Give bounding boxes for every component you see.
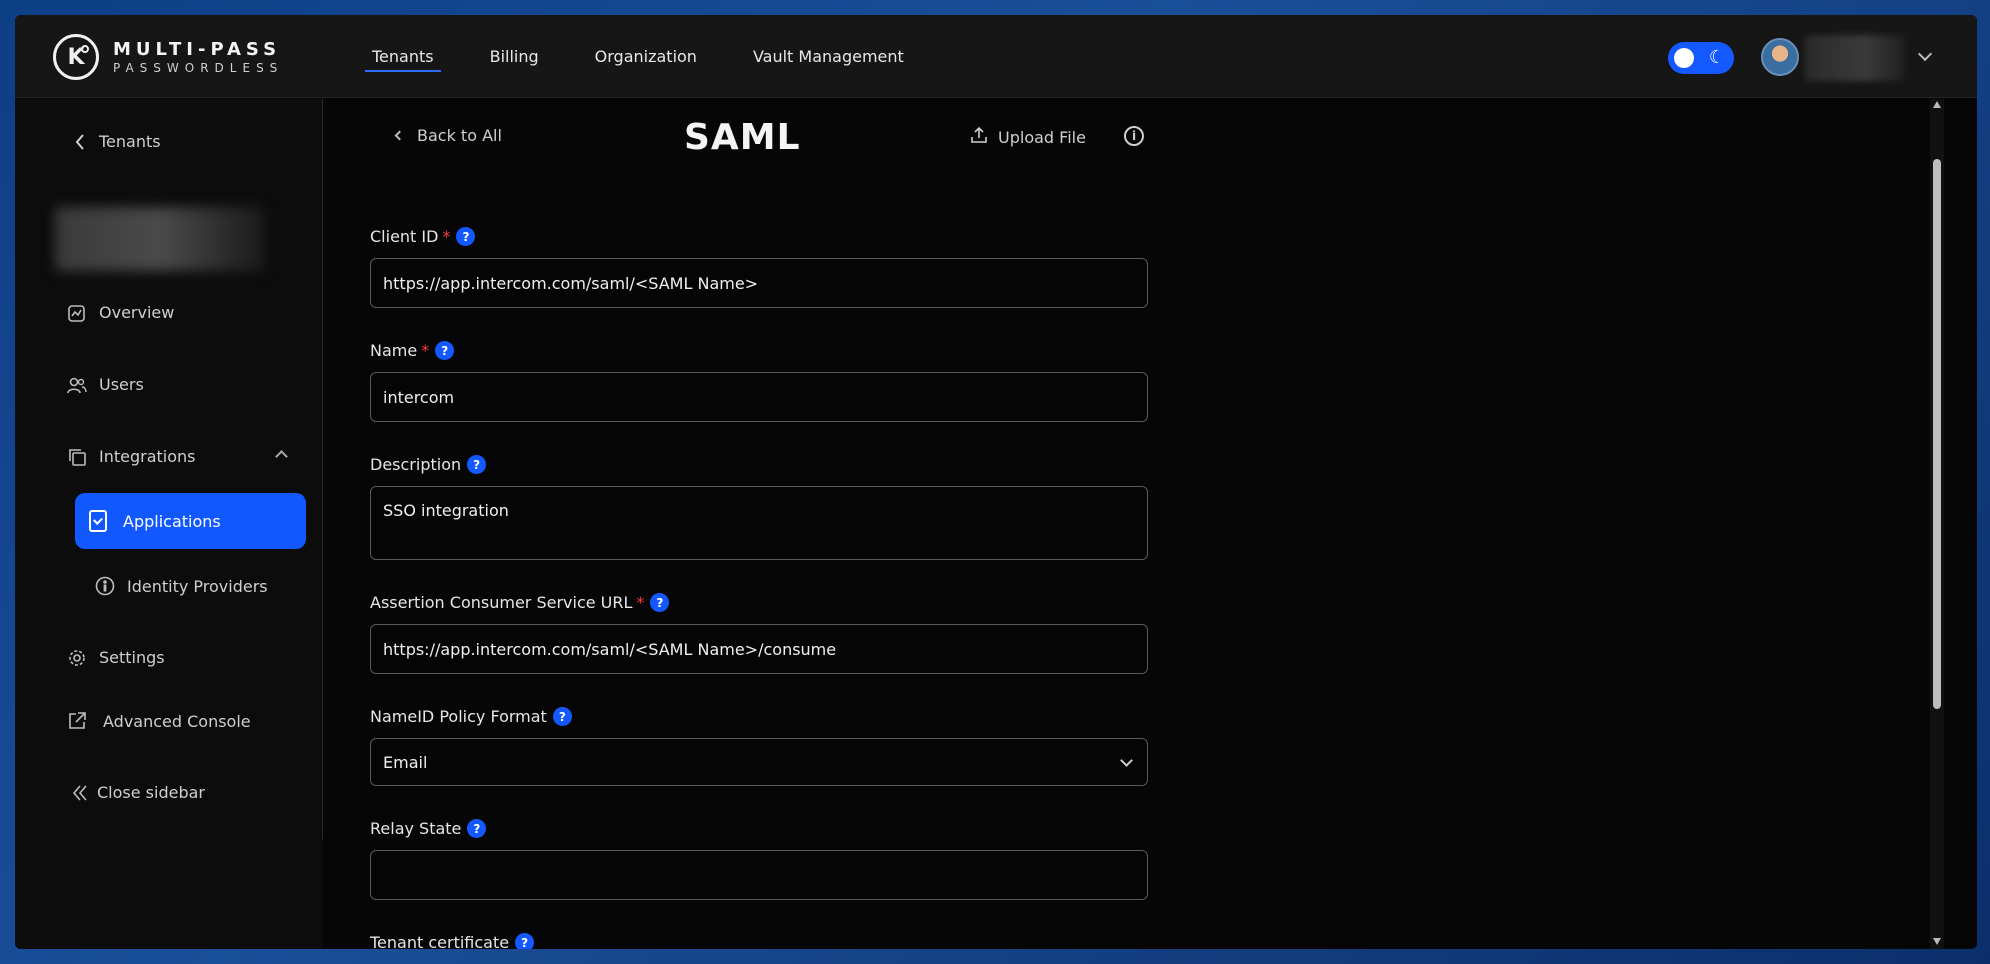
- scroll-down-arrow[interactable]: [1933, 938, 1941, 945]
- chevron-down-icon: [1120, 754, 1133, 767]
- integrations-icon: [65, 448, 89, 466]
- chevron-left-icon: [73, 133, 87, 150]
- external-link-icon: [65, 711, 89, 731]
- nameid-format-select[interactable]: Email: [370, 738, 1148, 786]
- nameid-format-label: NameID Policy Format?: [370, 707, 572, 726]
- brand-logo[interactable]: K MULTI-PASS PASSWORDLESS: [53, 33, 283, 81]
- name-input[interactable]: intercom: [370, 372, 1148, 422]
- sidebar-item-settings[interactable]: Settings: [65, 648, 165, 667]
- chevron-left-icon: [394, 130, 405, 141]
- sidebar-close[interactable]: Close sidebar: [71, 783, 205, 802]
- back-to-all-link[interactable]: Back to All: [394, 126, 502, 145]
- brand-line1: MULTI-PASS: [113, 38, 282, 60]
- sidebar-divider: [322, 99, 323, 839]
- brand-line2: PASSWORDLESS: [113, 60, 284, 75]
- client-id-label: Client ID *?: [370, 227, 476, 246]
- sidebar-item-users[interactable]: Users: [65, 375, 144, 394]
- info-icon[interactable]: i: [1124, 126, 1144, 146]
- nav-vault-management[interactable]: Vault Management: [744, 15, 913, 98]
- nav-tenants[interactable]: Tenants: [363, 15, 443, 98]
- help-icon[interactable]: ?: [435, 341, 455, 360]
- nav-billing[interactable]: Billing: [481, 15, 548, 98]
- tenant-name-redacted: [55, 207, 265, 271]
- users-icon: [65, 376, 89, 394]
- top-nav: Tenants Billing Organization Vault Manag…: [363, 15, 951, 98]
- acs-url-label: Assertion Consumer Service URL *?: [370, 593, 670, 612]
- relay-state-label: Relay State?: [370, 819, 487, 838]
- sidebar-item-applications[interactable]: Applications: [75, 493, 306, 549]
- application-icon: [89, 510, 107, 532]
- name-label: Name *?: [370, 341, 455, 360]
- chevron-down-icon[interactable]: [1917, 46, 1933, 62]
- page-title: SAML: [684, 117, 801, 158]
- username-redacted: [1805, 35, 1905, 81]
- help-icon[interactable]: ?: [552, 707, 572, 726]
- tenant-certificate-label: Tenant certificate?: [370, 933, 535, 949]
- relay-state-input[interactable]: [370, 850, 1148, 900]
- brand-wordmark: MULTI-PASS PASSWORDLESS: [113, 38, 284, 75]
- sidebar-back-tenants[interactable]: Tenants: [73, 132, 161, 151]
- help-icon[interactable]: ?: [467, 455, 487, 474]
- identity-provider-icon: [93, 576, 117, 596]
- sidebar-item-integrations[interactable]: Integrations: [65, 447, 196, 466]
- help-icon[interactable]: ?: [650, 593, 670, 612]
- sidebar: Tenants Overview Users Integrations Appl…: [15, 99, 323, 949]
- acs-url-input[interactable]: https://app.intercom.com/saml/<SAML Name…: [370, 624, 1148, 674]
- vertical-scrollbar[interactable]: [1930, 99, 1944, 949]
- main-content: Back to All SAML Upload File i Client ID…: [324, 99, 1944, 949]
- theme-toggle[interactable]: ☾: [1668, 42, 1734, 74]
- description-label: Description?: [370, 455, 487, 474]
- sidebar-item-overview[interactable]: Overview: [65, 303, 174, 322]
- help-icon[interactable]: ?: [515, 933, 535, 949]
- moon-icon: ☾: [1708, 47, 1725, 68]
- description-textarea[interactable]: SSO integration: [370, 486, 1148, 560]
- avatar[interactable]: [1761, 38, 1799, 76]
- help-icon[interactable]: ?: [467, 819, 487, 838]
- top-bar: K MULTI-PASS PASSWORDLESS Tenants Billin…: [15, 15, 1977, 98]
- logo-mark-icon: K: [53, 34, 99, 80]
- sidebar-item-identity-providers[interactable]: Identity Providers: [93, 576, 268, 596]
- gear-icon: [65, 649, 89, 667]
- chart-icon: [65, 304, 89, 322]
- upload-file-button[interactable]: Upload File: [970, 126, 1086, 148]
- sidebar-item-advanced-console[interactable]: Advanced Console: [65, 711, 251, 731]
- app-window: K MULTI-PASS PASSWORDLESS Tenants Billin…: [15, 15, 1977, 949]
- scroll-up-arrow[interactable]: [1933, 101, 1941, 108]
- upload-icon: [970, 126, 988, 148]
- toggle-knob: [1674, 48, 1694, 68]
- chevron-up-icon[interactable]: [275, 450, 288, 463]
- nav-organization[interactable]: Organization: [586, 15, 706, 98]
- double-chevron-left-icon: [71, 784, 89, 802]
- help-icon[interactable]: ?: [456, 227, 476, 246]
- client-id-input[interactable]: https://app.intercom.com/saml/<SAML Name…: [370, 258, 1148, 308]
- scroll-thumb[interactable]: [1933, 159, 1941, 709]
